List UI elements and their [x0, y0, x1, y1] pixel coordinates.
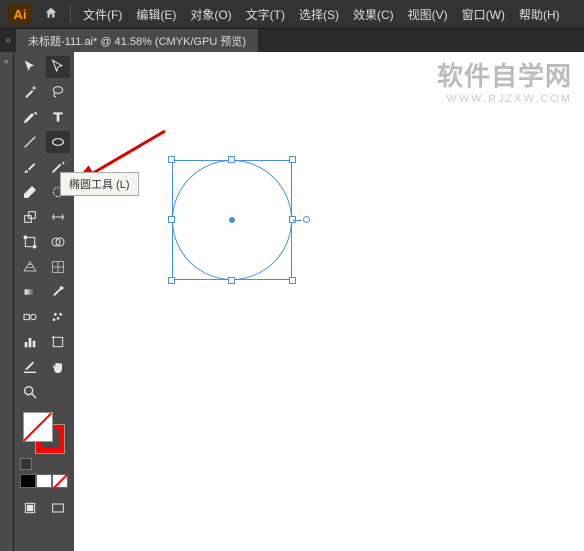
app-logo: Ai	[8, 4, 32, 24]
handle-top-right[interactable]	[289, 156, 296, 163]
menu-effect[interactable]: 效果(C)	[353, 6, 394, 23]
eyedropper-tool[interactable]	[46, 281, 71, 303]
menu-window[interactable]: 窗口(W)	[462, 6, 505, 23]
swap-fill-stroke-icon[interactable]	[20, 458, 32, 470]
menu-object[interactable]: 对象(O)	[190, 6, 231, 23]
eraser-tool[interactable]	[18, 181, 43, 203]
free-transform-tool[interactable]	[18, 231, 43, 253]
gradient-tool[interactable]	[18, 281, 43, 303]
menu-view[interactable]: 视图(V)	[408, 6, 448, 23]
color-mode-row	[20, 474, 68, 488]
lasso-tool[interactable]	[46, 81, 71, 103]
menu-help[interactable]: 帮助(H)	[519, 6, 560, 23]
panel-rail: «	[0, 52, 14, 551]
paintbrush-tool[interactable]	[18, 156, 43, 178]
solid-color-icon[interactable]	[20, 474, 36, 488]
watermark-url: WWW.RJZXW.COM	[437, 93, 572, 105]
fill-swatch[interactable]	[23, 412, 53, 442]
ellipse-tool[interactable]	[46, 131, 71, 153]
none-color-icon[interactable]	[52, 474, 68, 488]
handle-left[interactable]	[168, 216, 175, 223]
watermark: 软件自学网 WWW.RJZXW.COM	[437, 56, 572, 105]
symbol-sprayer-tool[interactable]	[46, 306, 71, 328]
screen-mode-tool[interactable]	[46, 497, 71, 519]
pen-tool[interactable]	[18, 106, 43, 128]
handle-bottom-left[interactable]	[168, 277, 175, 284]
menu-file[interactable]: 文件(F)	[83, 6, 122, 23]
width-tool[interactable]	[46, 206, 71, 228]
direct-selection-tool[interactable]	[46, 56, 71, 78]
menu-edit[interactable]: 编辑(E)	[136, 6, 176, 23]
divider	[70, 5, 71, 23]
rotate-handle[interactable]	[303, 216, 310, 223]
center-point-icon	[229, 217, 235, 223]
main-menu: 文件(F) 编辑(E) 对象(O) 文字(T) 选择(S) 效果(C) 视图(V…	[83, 6, 560, 23]
draw-mode-tool[interactable]	[18, 497, 43, 519]
rail-toggle-icon[interactable]: «	[0, 52, 13, 70]
type-tool[interactable]	[46, 106, 71, 128]
color-swatches	[18, 412, 70, 488]
handle-bottom-right[interactable]	[289, 277, 296, 284]
handle-top-left[interactable]	[168, 156, 175, 163]
handle-top[interactable]	[228, 156, 235, 163]
workspace: «	[0, 52, 584, 551]
toolbox	[14, 52, 74, 551]
gradient-color-icon[interactable]	[36, 474, 52, 488]
menu-select[interactable]: 选择(S)	[299, 6, 339, 23]
document-tab-strip: » 未标题-111.ai* @ 41.58% (CMYK/GPU 预览)	[0, 28, 584, 52]
line-tool[interactable]	[18, 131, 43, 153]
document-tab[interactable]: 未标题-111.ai* @ 41.58% (CMYK/GPU 预览)	[16, 29, 258, 53]
scale-tool[interactable]	[18, 206, 43, 228]
perspective-grid-tool[interactable]	[18, 256, 43, 278]
home-icon[interactable]	[44, 6, 58, 23]
hand-tool[interactable]	[46, 356, 71, 378]
app-menubar: Ai 文件(F) 编辑(E) 对象(O) 文字(T) 选择(S) 效果(C) 视…	[0, 0, 584, 28]
zoom-tool[interactable]	[18, 381, 43, 403]
empty-slot	[46, 381, 71, 403]
menu-type[interactable]: 文字(T)	[246, 6, 285, 23]
slice-tool[interactable]	[18, 356, 43, 378]
artboard-tool[interactable]	[46, 331, 71, 353]
handle-bottom[interactable]	[228, 277, 235, 284]
shape-builder-tool[interactable]	[46, 231, 71, 253]
tab-toggle-icon[interactable]: »	[0, 35, 16, 46]
column-graph-tool[interactable]	[18, 331, 43, 353]
canvas-area[interactable]: 软件自学网 WWW.RJZXW.COM 椭圆工具 (L)	[74, 52, 584, 551]
blend-tool[interactable]	[18, 306, 43, 328]
selected-ellipse-object[interactable]	[172, 160, 292, 280]
mesh-tool[interactable]	[46, 256, 71, 278]
fill-stroke-swatch[interactable]	[23, 412, 65, 454]
selection-tool[interactable]	[18, 56, 43, 78]
ellipse-tooltip: 椭圆工具 (L)	[60, 172, 139, 196]
watermark-title: 软件自学网	[437, 56, 572, 93]
magic-wand-tool[interactable]	[18, 81, 43, 103]
